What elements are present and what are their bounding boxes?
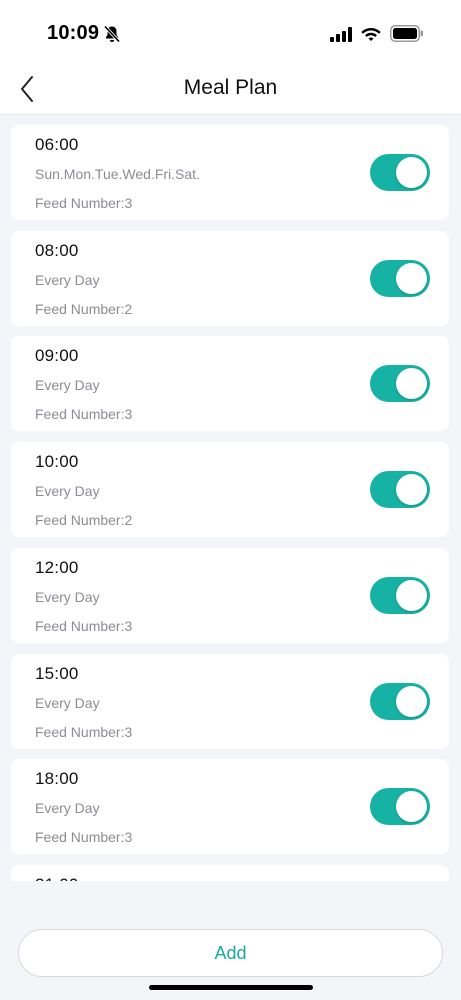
meal-enable-toggle[interactable] bbox=[370, 683, 430, 720]
meal-repeat-days: Every Day bbox=[35, 695, 100, 711]
meal-time: 21:00 bbox=[35, 875, 79, 881]
cellular-signal-icon bbox=[330, 27, 352, 42]
meal-time: 08:00 bbox=[35, 241, 79, 260]
meal-enable-toggle[interactable] bbox=[370, 260, 430, 297]
meal-feed-number: Feed Number:3 bbox=[35, 195, 133, 211]
meal-repeat-days: Every Day bbox=[35, 377, 100, 393]
meal-time: 09:00 bbox=[35, 346, 79, 365]
status-time: 10:09 bbox=[47, 22, 100, 44]
meal-time: 10:00 bbox=[35, 452, 79, 471]
meal-plan-card[interactable]: 18:00 Every Day Feed Number:3 bbox=[11, 759, 449, 854]
meal-feed-number: Feed Number:2 bbox=[35, 301, 133, 317]
toggle-knob bbox=[396, 368, 427, 399]
status-bar: 10:09 bbox=[0, 0, 461, 64]
toggle-knob bbox=[396, 791, 427, 822]
meal-feed-number: Feed Number:2 bbox=[35, 512, 133, 528]
nav-bar: Meal Plan bbox=[0, 64, 461, 115]
toggle-knob bbox=[396, 580, 427, 611]
toggle-knob bbox=[396, 474, 427, 505]
meal-feed-number: Feed Number:3 bbox=[35, 724, 133, 740]
toggle-knob bbox=[396, 686, 427, 717]
meal-time: 15:00 bbox=[35, 664, 79, 683]
meal-enable-toggle[interactable] bbox=[370, 577, 430, 614]
add-button[interactable]: Add bbox=[18, 929, 443, 977]
meal-feed-number: Feed Number:3 bbox=[35, 406, 133, 422]
meal-plan-card[interactable]: 21:00 bbox=[11, 865, 449, 881]
meal-enable-toggle[interactable] bbox=[370, 788, 430, 825]
toggle-knob bbox=[396, 263, 427, 294]
meal-repeat-days: Every Day bbox=[35, 483, 100, 499]
meal-plan-card[interactable]: 15:00 Every Day Feed Number:3 bbox=[11, 654, 449, 749]
toggle-knob bbox=[396, 157, 427, 188]
meal-time: 06:00 bbox=[35, 135, 79, 154]
battery-icon bbox=[390, 25, 423, 42]
meal-repeat-days: Sun.Mon.Tue.Wed.Fri.Sat. bbox=[35, 166, 200, 182]
meal-feed-number: Feed Number:3 bbox=[35, 829, 133, 845]
meal-time: 18:00 bbox=[35, 769, 79, 788]
meal-plan-card[interactable]: 10:00 Every Day Feed Number:2 bbox=[11, 442, 449, 537]
page-title: Meal Plan bbox=[183, 76, 278, 99]
meal-enable-toggle[interactable] bbox=[370, 154, 430, 191]
meal-enable-toggle[interactable] bbox=[370, 365, 430, 402]
meal-plan-card[interactable]: 12:00 Every Day Feed Number:3 bbox=[11, 548, 449, 643]
meal-time: 12:00 bbox=[35, 558, 79, 577]
meal-plan-card[interactable]: 06:00 Sun.Mon.Tue.Wed.Fri.Sat. Feed Number… bbox=[11, 125, 449, 220]
meal-plan-card[interactable]: 08:00 Every Day Feed Number:2 bbox=[11, 231, 449, 326]
home-indicator bbox=[149, 985, 313, 990]
meal-repeat-days: Every Day bbox=[35, 800, 100, 816]
bell-slash-icon bbox=[103, 25, 121, 43]
meal-plan-screen: 10:09 Meal Plan 06:00 Sun.Mon.Tue.Wed.Fr… bbox=[0, 0, 461, 1000]
meal-repeat-days: Every Day bbox=[35, 272, 100, 288]
wifi-icon bbox=[361, 28, 381, 41]
meal-plan-list[interactable]: 06:00 Sun.Mon.Tue.Wed.Fri.Sat. Feed Number… bbox=[11, 125, 449, 881]
meal-enable-toggle[interactable] bbox=[370, 471, 430, 508]
meal-feed-number: Feed Number:3 bbox=[35, 618, 133, 634]
meal-repeat-days: Every Day bbox=[35, 589, 100, 605]
meal-plan-card[interactable]: 09:00 Every Day Feed Number:3 bbox=[11, 336, 449, 431]
